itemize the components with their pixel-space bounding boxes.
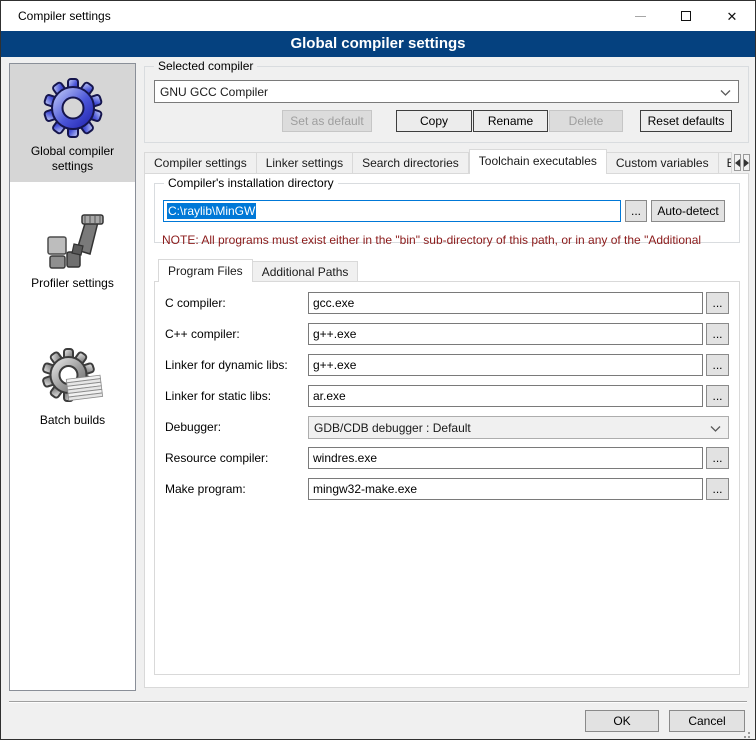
chevron-down-icon xyxy=(710,426,721,432)
static-linker-input[interactable] xyxy=(308,385,703,407)
field-row-make-program: Make program: ... xyxy=(155,478,739,500)
make-program-browse-button[interactable]: ... xyxy=(706,478,729,500)
field-row-resource-compiler: Resource compiler: ... xyxy=(155,447,739,469)
resource-compiler-input[interactable] xyxy=(308,447,703,469)
installation-directory-input[interactable]: C:\raylib\MinGW xyxy=(163,200,621,222)
bin-subdirectory-note: NOTE: All programs must exist either in … xyxy=(162,233,746,247)
field-row-dynamic-linker: Linker for dynamic libs: ... xyxy=(155,354,739,376)
rename-button[interactable]: Rename xyxy=(473,110,548,132)
c-compiler-browse-button[interactable]: ... xyxy=(706,292,729,314)
make-program-label: Make program: xyxy=(165,478,246,500)
toolchain-executables-panel: Compiler's installation directory C:\ray… xyxy=(144,173,749,688)
maximize-icon xyxy=(681,11,691,21)
settings-category-sidebar: Global compiler settings Profiler settin… xyxy=(9,63,136,691)
close-icon: ✕ xyxy=(727,10,738,23)
resource-compiler-browse-button[interactable]: ... xyxy=(706,447,729,469)
tab-scroll-right-button[interactable] xyxy=(743,154,750,171)
minimize-icon xyxy=(635,16,646,17)
sidebar-item-label: Batch builds xyxy=(14,413,131,428)
delete-button[interactable]: Delete xyxy=(549,110,623,132)
c-compiler-input[interactable] xyxy=(308,292,703,314)
blue-gear-icon xyxy=(41,76,105,140)
close-button[interactable]: ✕ xyxy=(709,1,755,31)
subtab-additional-paths[interactable]: Additional Paths xyxy=(253,261,359,282)
debugger-select[interactable]: GDB/CDB debugger : Default xyxy=(308,416,729,439)
tab-scroll-left-button[interactable] xyxy=(734,154,741,171)
tab-toolchain-executables[interactable]: Toolchain executables xyxy=(469,149,607,174)
dynamic-linker-browse-button[interactable]: ... xyxy=(706,354,729,376)
tab-linker-settings[interactable]: Linker settings xyxy=(257,152,353,174)
sidebar-item-profiler-settings[interactable]: Profiler settings xyxy=(10,196,135,299)
installation-directory-selected-text: C:\raylib\MinGW xyxy=(167,203,256,219)
maximize-button[interactable] xyxy=(663,1,709,31)
field-row-c-compiler: C compiler: ... xyxy=(155,292,739,314)
dynamic-linker-label: Linker for dynamic libs: xyxy=(165,354,288,376)
installation-directory-browse-button[interactable]: ... xyxy=(625,200,647,222)
settings-tab-bar: Compiler settings Linker settings Search… xyxy=(144,149,749,174)
debugger-label: Debugger: xyxy=(165,416,221,438)
field-row-debugger: Debugger: GDB/CDB debugger : Default xyxy=(155,416,739,438)
field-row-static-linker: Linker for static libs: ... xyxy=(155,385,739,407)
static-linker-browse-button[interactable]: ... xyxy=(706,385,729,407)
ok-button[interactable]: OK xyxy=(585,710,659,732)
gear-stack-icon xyxy=(41,345,105,409)
cpp-compiler-label: C++ compiler: xyxy=(165,323,240,345)
subtab-program-files[interactable]: Program Files xyxy=(158,259,253,282)
static-linker-label: Linker for static libs: xyxy=(165,385,271,407)
compiler-select[interactable]: GNU GCC Compiler xyxy=(154,80,739,103)
installation-directory-group-label: Compiler's installation directory xyxy=(164,176,338,190)
footer-divider xyxy=(9,701,747,703)
window-title: Compiler settings xyxy=(18,9,111,23)
selected-compiler-group-label: Selected compiler xyxy=(154,59,257,73)
sidebar-item-global-compiler-settings[interactable]: Global compiler settings xyxy=(10,64,135,182)
compiler-settings-dialog: Compiler settings ✕ Global compiler sett… xyxy=(0,0,756,740)
chevron-down-icon xyxy=(720,90,731,96)
compiler-select-value: GNU GCC Compiler xyxy=(160,85,268,99)
copy-button[interactable]: Copy xyxy=(396,110,472,132)
cancel-button[interactable]: Cancel xyxy=(669,710,745,732)
sidebar-item-label: Global compiler settings xyxy=(14,144,131,174)
tab-build-options[interactable]: Build options xyxy=(719,152,732,174)
tab-custom-variables[interactable]: Custom variables xyxy=(607,152,719,174)
titlebar: Compiler settings ✕ xyxy=(1,1,755,31)
caliper-icon xyxy=(41,208,105,272)
dynamic-linker-input[interactable] xyxy=(308,354,703,376)
resize-grip[interactable] xyxy=(748,732,750,734)
make-program-input[interactable] xyxy=(308,478,703,500)
selected-compiler-group: Selected compiler GNU GCC Compiler Set a… xyxy=(144,66,749,143)
arrow-right-icon xyxy=(744,159,749,167)
resource-compiler-label: Resource compiler: xyxy=(165,447,268,469)
page-title: Global compiler settings xyxy=(1,31,755,57)
cpp-compiler-browse-button[interactable]: ... xyxy=(706,323,729,345)
field-row-cpp-compiler: C++ compiler: ... xyxy=(155,323,739,345)
tab-compiler-settings[interactable]: Compiler settings xyxy=(144,152,257,174)
set-as-default-button[interactable]: Set as default xyxy=(282,110,372,132)
minimize-button[interactable] xyxy=(617,1,663,31)
auto-detect-button[interactable]: Auto-detect xyxy=(651,200,725,222)
tab-search-directories[interactable]: Search directories xyxy=(353,152,469,174)
cpp-compiler-input[interactable] xyxy=(308,323,703,345)
c-compiler-label: C compiler: xyxy=(165,292,226,314)
arrow-left-icon xyxy=(735,159,740,167)
sidebar-item-batch-builds[interactable]: Batch builds xyxy=(10,333,135,436)
sidebar-item-label: Profiler settings xyxy=(14,276,131,291)
program-files-page: C compiler: ... C++ compiler: ... Linker… xyxy=(154,281,740,675)
paths-subtab-bar: Program Files Additional Paths xyxy=(158,259,358,282)
debugger-select-value: GDB/CDB debugger : Default xyxy=(314,421,471,435)
reset-defaults-button[interactable]: Reset defaults xyxy=(640,110,732,132)
